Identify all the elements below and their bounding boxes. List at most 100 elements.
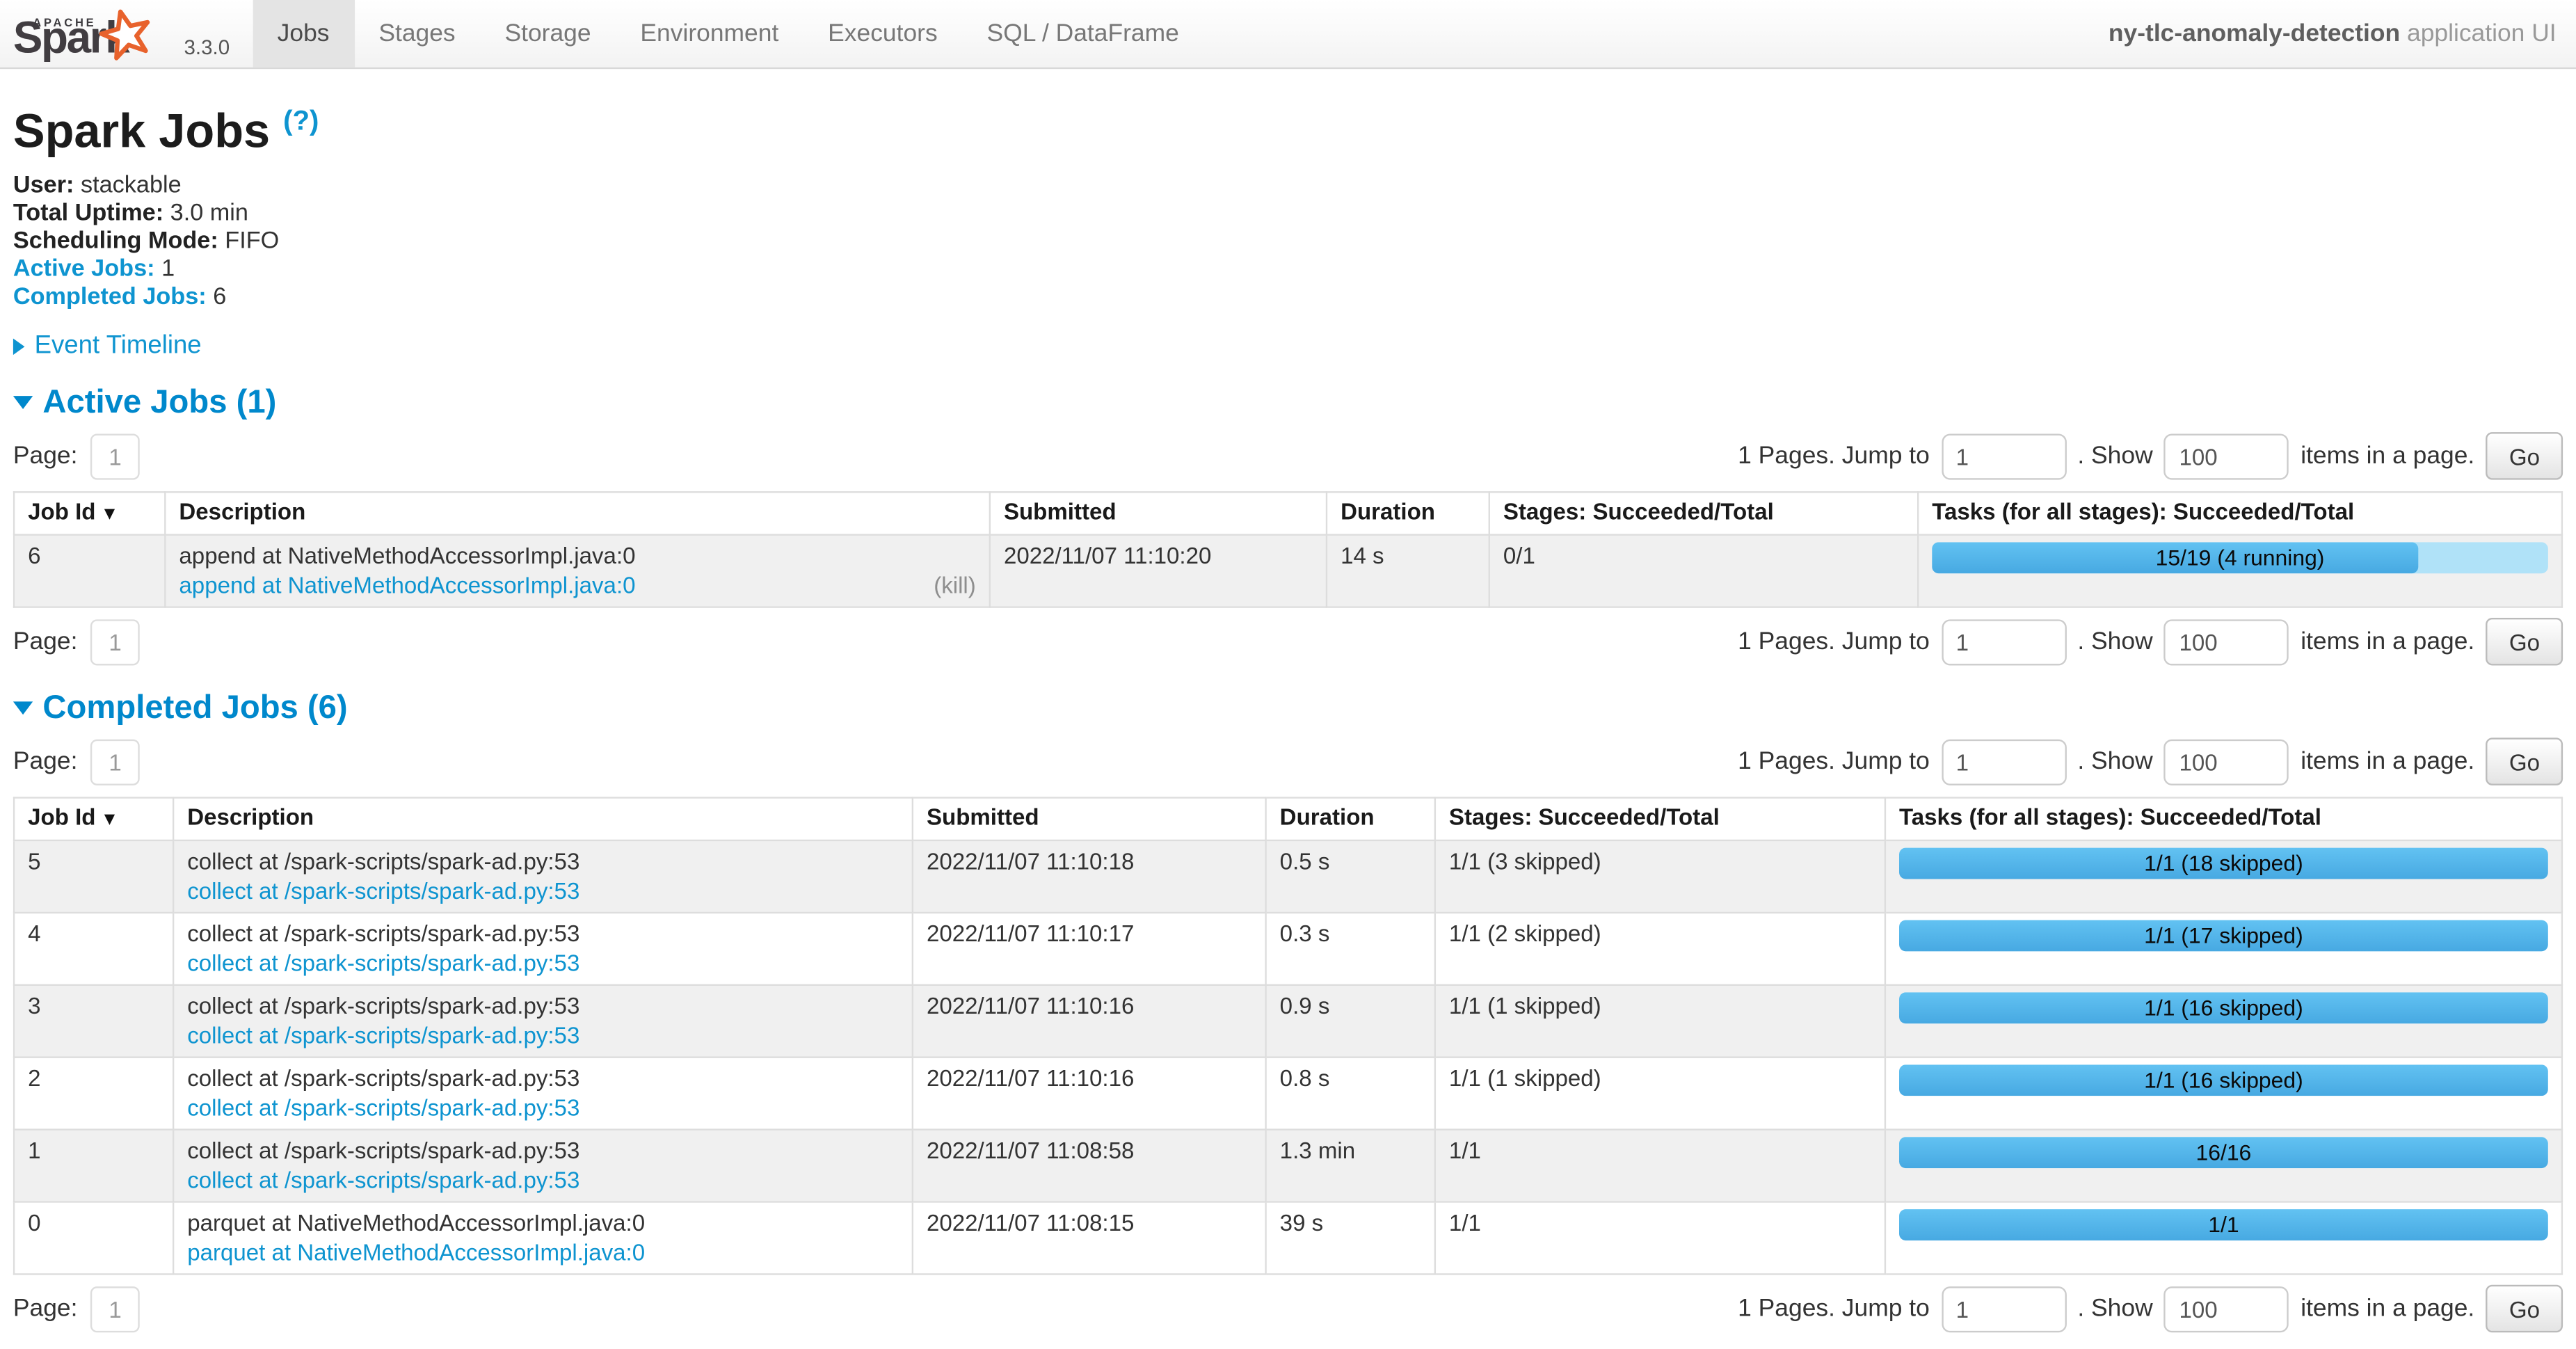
items-text: items in a page.: [2301, 628, 2474, 656]
go-button[interactable]: Go: [2486, 738, 2563, 785]
job-id-cell: 6: [14, 534, 165, 607]
completed-jobs-section-header[interactable]: Completed Jobs (6): [13, 689, 2563, 727]
completed-job-row: 0 parquet at NativeMethodAccessorImpl.jav…: [14, 1202, 2562, 1274]
job-detail-link[interactable]: collect at /spark-scripts/spark-ad.py:53: [187, 948, 579, 979]
go-button[interactable]: Go: [2486, 1285, 2563, 1332]
page-content: Spark Jobs (?) User: stackable Total Upt…: [0, 92, 2576, 1334]
tab-sql-dataframe[interactable]: SQL / DataFrame: [962, 0, 1203, 67]
kill-link[interactable]: (kill): [934, 570, 976, 601]
job-call-site: collect at /spark-scripts/spark-ad.py:53: [187, 1135, 899, 1165]
pages-text: 1 Pages. Jump to: [1738, 628, 1930, 656]
spark-version: 3.3.0: [181, 36, 230, 67]
col-submitted[interactable]: Submitted: [990, 491, 1327, 534]
task-progress-bar: 15/19 (4 running): [1932, 542, 2548, 573]
jump-to-input[interactable]: [1941, 1286, 2065, 1332]
summary-uptime: Total Uptime: 3.0 min: [13, 200, 2563, 228]
spark-logo[interactable]: APACHE Spark: [0, 0, 181, 67]
description-cell: append at NativeMethodAccessorImpl.java:…: [165, 534, 990, 607]
description-cell: collect at /spark-scripts/spark-ad.py:53…: [173, 840, 913, 912]
job-call-site: parquet at NativeMethodAccessorImpl.java…: [187, 1207, 899, 1238]
job-detail-link[interactable]: collect at /spark-scripts/spark-ad.py:53: [187, 1165, 579, 1196]
submitted-cell: 2022/11/07 11:08:58: [913, 1129, 1266, 1202]
go-button[interactable]: Go: [2486, 432, 2563, 479]
job-detail-link[interactable]: collect at /spark-scripts/spark-ad.py:53: [187, 1021, 579, 1051]
submitted-cell: 2022/11/07 11:10:17: [913, 912, 1266, 984]
summary-completed-jobs: Completed Jobs: 6: [13, 284, 2563, 312]
page-number-button[interactable]: 1: [90, 1286, 139, 1332]
col-duration[interactable]: Duration: [1327, 491, 1489, 534]
description-cell: collect at /spark-scripts/spark-ad.py:53…: [173, 984, 913, 1057]
completed-job-row: 4collect at /spark-scripts/spark-ad.py:5…: [14, 912, 2562, 984]
job-detail-link[interactable]: append at NativeMethodAccessorImpl.java:…: [179, 570, 635, 601]
show-text: . Show: [2077, 628, 2152, 656]
spark-ui-jobs-page: APACHE Spark 3.3.0 Jobs Stages Storage E…: [0, 0, 2576, 1349]
col-tasks[interactable]: Tasks (for all stages): Succeeded/Total: [1885, 797, 2562, 840]
help-link[interactable]: (?): [283, 105, 319, 136]
show-items-input[interactable]: [2164, 1286, 2289, 1332]
completed-jobs-table: Job Id▼ Description Submitted Duration S…: [13, 797, 2563, 1275]
col-job-id[interactable]: Job Id▼: [14, 491, 165, 534]
jump-to-input[interactable]: [1941, 433, 2065, 479]
tab-stages[interactable]: Stages: [354, 0, 480, 67]
page-number-button[interactable]: 1: [90, 619, 139, 665]
pagination-bar-active-top: Page: 1 1 Pages. Jump to . Show items in…: [13, 431, 2563, 481]
col-tasks[interactable]: Tasks (for all stages): Succeeded/Total: [1918, 491, 2562, 534]
active-jobs-title: Active Jobs (1): [42, 384, 276, 422]
completed-job-row: 5collect at /spark-scripts/spark-ad.py:5…: [14, 840, 2562, 912]
show-items-input[interactable]: [2164, 619, 2289, 665]
description-cell: collect at /spark-scripts/spark-ad.py:53…: [173, 912, 913, 984]
completed-job-row: 1collect at /spark-scripts/spark-ad.py:5…: [14, 1129, 2562, 1202]
go-button[interactable]: Go: [2486, 618, 2563, 665]
task-progress-bar: 1/1 (16 skipped): [1899, 992, 2548, 1023]
page-number-button[interactable]: 1: [90, 433, 139, 479]
col-description[interactable]: Description: [173, 797, 913, 840]
active-jobs-section-header[interactable]: Active Jobs (1): [13, 384, 2563, 422]
tab-jobs[interactable]: Jobs: [253, 0, 354, 67]
event-timeline-label: Event Timeline: [35, 331, 202, 361]
collapse-closed-icon: [13, 338, 25, 355]
stages-cell: 1/1 (1 skipped): [1435, 984, 1885, 1057]
tab-storage[interactable]: Storage: [480, 0, 616, 67]
job-detail-link[interactable]: parquet at NativeMethodAccessorImpl.java…: [187, 1238, 645, 1268]
jump-to-input[interactable]: [1941, 739, 2065, 785]
task-progress-label: 16/16: [1899, 1136, 2548, 1167]
stages-cell: 1/1 (2 skipped): [1435, 912, 1885, 984]
description-cell: collect at /spark-scripts/spark-ad.py:53…: [173, 1129, 913, 1202]
event-timeline-toggle[interactable]: Event Timeline: [13, 331, 2563, 361]
completed-jobs-title: Completed Jobs (6): [42, 689, 347, 727]
tab-executors[interactable]: Executors: [803, 0, 962, 67]
jump-to-input[interactable]: [1941, 619, 2065, 665]
page-label: Page:: [13, 628, 78, 656]
show-items-input[interactable]: [2164, 739, 2289, 785]
active-jobs-link[interactable]: Active Jobs:: [13, 256, 155, 282]
col-stages[interactable]: Stages: Succeeded/Total: [1489, 491, 1918, 534]
page-number-button[interactable]: 1: [90, 739, 139, 785]
job-detail-link[interactable]: collect at /spark-scripts/spark-ad.py:53: [187, 876, 579, 907]
task-progress-label: 1/1 (16 skipped): [1899, 1064, 2548, 1096]
col-duration[interactable]: Duration: [1266, 797, 1435, 840]
job-id-cell: 5: [14, 840, 173, 912]
show-items-input[interactable]: [2164, 433, 2289, 479]
completed-job-row: 3collect at /spark-scripts/spark-ad.py:5…: [14, 984, 2562, 1057]
job-id-cell: 0: [14, 1202, 173, 1274]
task-progress-bar: 1/1 (16 skipped): [1899, 1064, 2548, 1096]
task-progress-label: 1/1 (18 skipped): [1899, 847, 2548, 879]
collapse-open-icon: [13, 702, 33, 715]
collapse-open-icon: [13, 397, 33, 410]
description-cell: collect at /spark-scripts/spark-ad.py:53…: [173, 1057, 913, 1129]
pagination-controls: 1 Pages. Jump to . Show items in a page.…: [1738, 618, 2563, 665]
pagination-bar-completed-bottom: Page: 1 1 Pages. Jump to . Show items in…: [13, 1284, 2563, 1334]
pagination-bar-completed-top: Page: 1 1 Pages. Jump to . Show items in…: [13, 737, 2563, 787]
completed-jobs-link[interactable]: Completed Jobs:: [13, 284, 207, 310]
items-text: items in a page.: [2301, 1295, 2474, 1323]
summary-user: User: stackable: [13, 172, 2563, 200]
summary-active-jobs: Active Jobs: 1: [13, 256, 2563, 284]
col-description[interactable]: Description: [165, 491, 990, 534]
tab-environment[interactable]: Environment: [616, 0, 803, 67]
duration-cell: 0.8 s: [1266, 1057, 1435, 1129]
col-stages[interactable]: Stages: Succeeded/Total: [1435, 797, 1885, 840]
duration-cell: 39 s: [1266, 1202, 1435, 1274]
col-submitted[interactable]: Submitted: [913, 797, 1266, 840]
col-job-id[interactable]: Job Id▼: [14, 797, 173, 840]
job-detail-link[interactable]: collect at /spark-scripts/spark-ad.py:53: [187, 1093, 579, 1124]
